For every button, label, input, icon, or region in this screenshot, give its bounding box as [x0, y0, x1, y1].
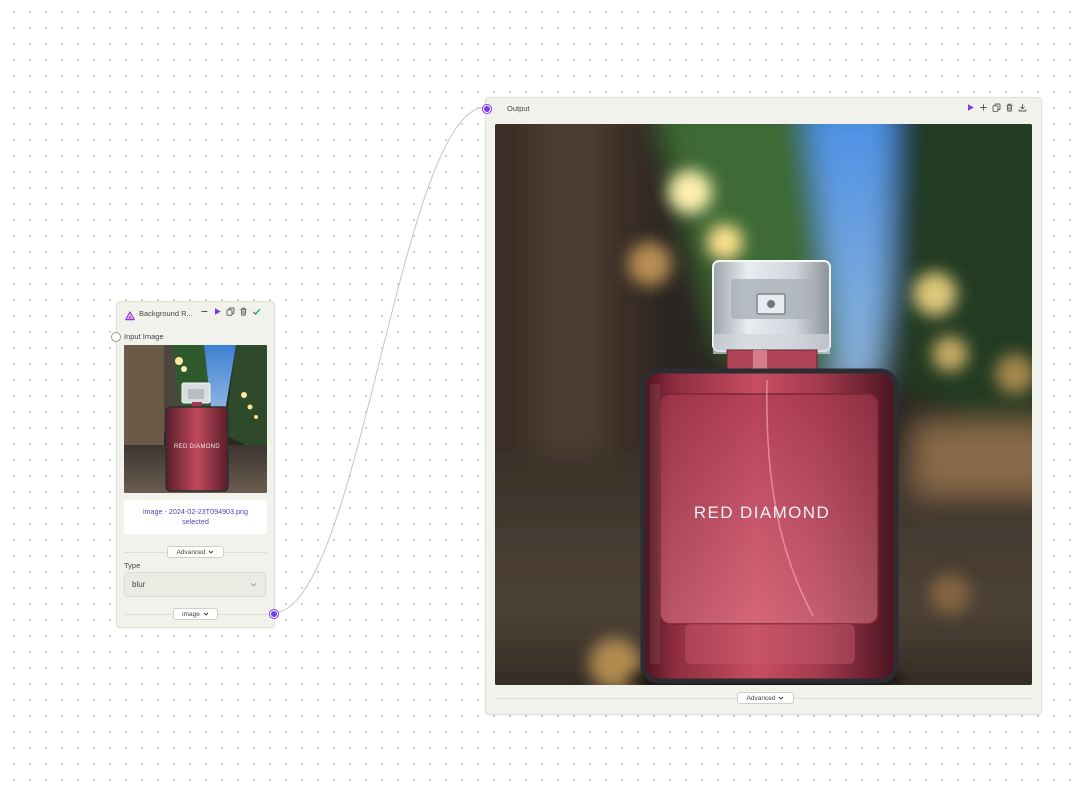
- triangle-logo-icon: [125, 308, 135, 321]
- type-label: Type: [124, 561, 141, 570]
- node-header[interactable]: Background R...: [117, 302, 274, 324]
- advanced-toggle-label: Advanced: [176, 548, 206, 556]
- type-select-value: blur: [132, 580, 146, 589]
- input-image-preview[interactable]: RED DIAMOND: [124, 345, 267, 493]
- workflow-canvas[interactable]: Background R... Input Image RED DIAMOND …: [0, 0, 1084, 795]
- output-image-preview[interactable]: RED DIAMOND: [495, 124, 1032, 685]
- node-title: Background R...: [139, 309, 193, 318]
- output-node-header[interactable]: Output: [486, 98, 1041, 120]
- output-advanced-toggle-label: Advanced: [746, 694, 776, 702]
- input-image-port[interactable]: [112, 333, 120, 341]
- copy-icon[interactable]: [992, 103, 1001, 112]
- output-node-title: Output: [507, 104, 530, 113]
- output-advanced-toggle-button[interactable]: Advanced: [737, 692, 794, 704]
- background-removal-node[interactable]: Background R... Input Image RED DIAMOND …: [112, 301, 278, 628]
- thumbnail-brand-text: RED DIAMOND: [174, 444, 220, 450]
- output-type-button[interactable]: image: [173, 608, 218, 620]
- output-brand-text: RED DIAMOND: [694, 503, 830, 522]
- advanced-toggle-button[interactable]: Advanced: [167, 546, 224, 558]
- trash-icon[interactable]: [239, 307, 248, 316]
- output-node[interactable]: Output RED DIAMOND Advanced: [483, 97, 1042, 715]
- chevron-down-icon: [209, 550, 214, 554]
- trash-icon[interactable]: [1005, 103, 1014, 112]
- chevron-down-icon: [203, 612, 209, 616]
- download-icon[interactable]: [1018, 103, 1027, 112]
- input-image-label: Input Image: [124, 332, 164, 341]
- chevron-down-icon: [250, 583, 257, 587]
- type-select[interactable]: blur: [124, 572, 266, 597]
- plus-icon[interactable]: [979, 103, 988, 112]
- check-icon[interactable]: [252, 307, 261, 316]
- minus-icon[interactable]: [200, 307, 209, 316]
- output-input-port[interactable]: [483, 105, 491, 113]
- play-icon[interactable]: [966, 103, 975, 112]
- copy-icon[interactable]: [226, 307, 235, 316]
- selected-file-text: image - 2024-02-23T094903.png selected: [124, 500, 267, 534]
- play-icon[interactable]: [213, 307, 222, 316]
- output-type-label: image: [182, 610, 200, 618]
- chevron-down-icon: [779, 696, 784, 700]
- image-output-port[interactable]: [270, 610, 278, 618]
